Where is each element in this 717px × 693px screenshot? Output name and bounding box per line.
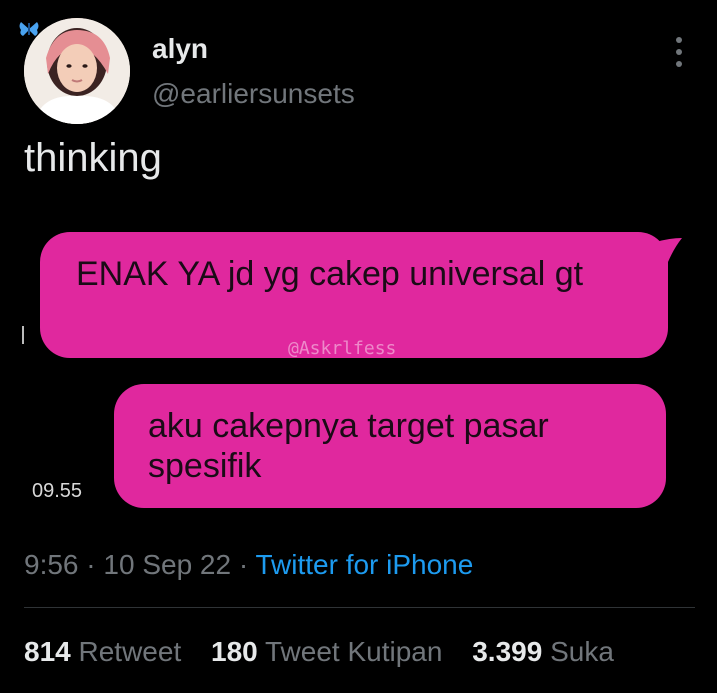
more-options-icon[interactable] [664,32,694,72]
retweets-stat[interactable]: 814 Retweet [24,636,181,668]
quote-tweets-label: Tweet Kutipan [265,636,443,667]
tweet-date[interactable]: 10 Sep 22 [103,549,231,580]
chat-edge-mark [22,326,24,344]
chat-message-text: ENAK YA jd yg cakep universal gt [76,255,584,293]
chat-message-text: aku cakepnya target pasar spesifik [148,407,549,485]
separator: · [238,549,249,580]
tweet-text: thinking [24,136,162,180]
author-handle[interactable]: @earliersunsets [152,78,355,110]
quote-tweets-count: 180 [211,636,258,667]
likes-stat[interactable]: 3.399 Suka [472,636,614,668]
butterfly-icon [19,22,39,36]
quote-tweets-stat[interactable]: 180 Tweet Kutipan [211,636,442,668]
tweet-source-link[interactable]: Twitter for iPhone [255,549,473,580]
retweets-count: 814 [24,636,71,667]
tweet-stats: 814 Retweet 180 Tweet Kutipan 3.399 Suka [24,636,636,668]
retweets-label: Retweet [78,636,182,667]
tweet-meta: 9:56 · 10 Sep 22 · Twitter for iPhone [24,549,473,581]
author-display-name[interactable]: alyn [152,33,208,65]
separator: · [86,549,96,580]
bubble-tail [656,238,682,262]
watermark: @Askrlfess [288,338,397,359]
likes-count: 3.399 [472,636,543,667]
chat-bubble: aku cakepnya target pasar spesifik [114,384,666,508]
tweet-media-image[interactable]: ENAK YA jd yg cakep universal gt @Askrlf… [0,220,717,520]
likes-label: Suka [550,636,614,667]
tweet-time[interactable]: 9:56 [24,549,79,580]
divider [24,607,695,608]
chat-timestamp: 09.55 [32,480,83,502]
